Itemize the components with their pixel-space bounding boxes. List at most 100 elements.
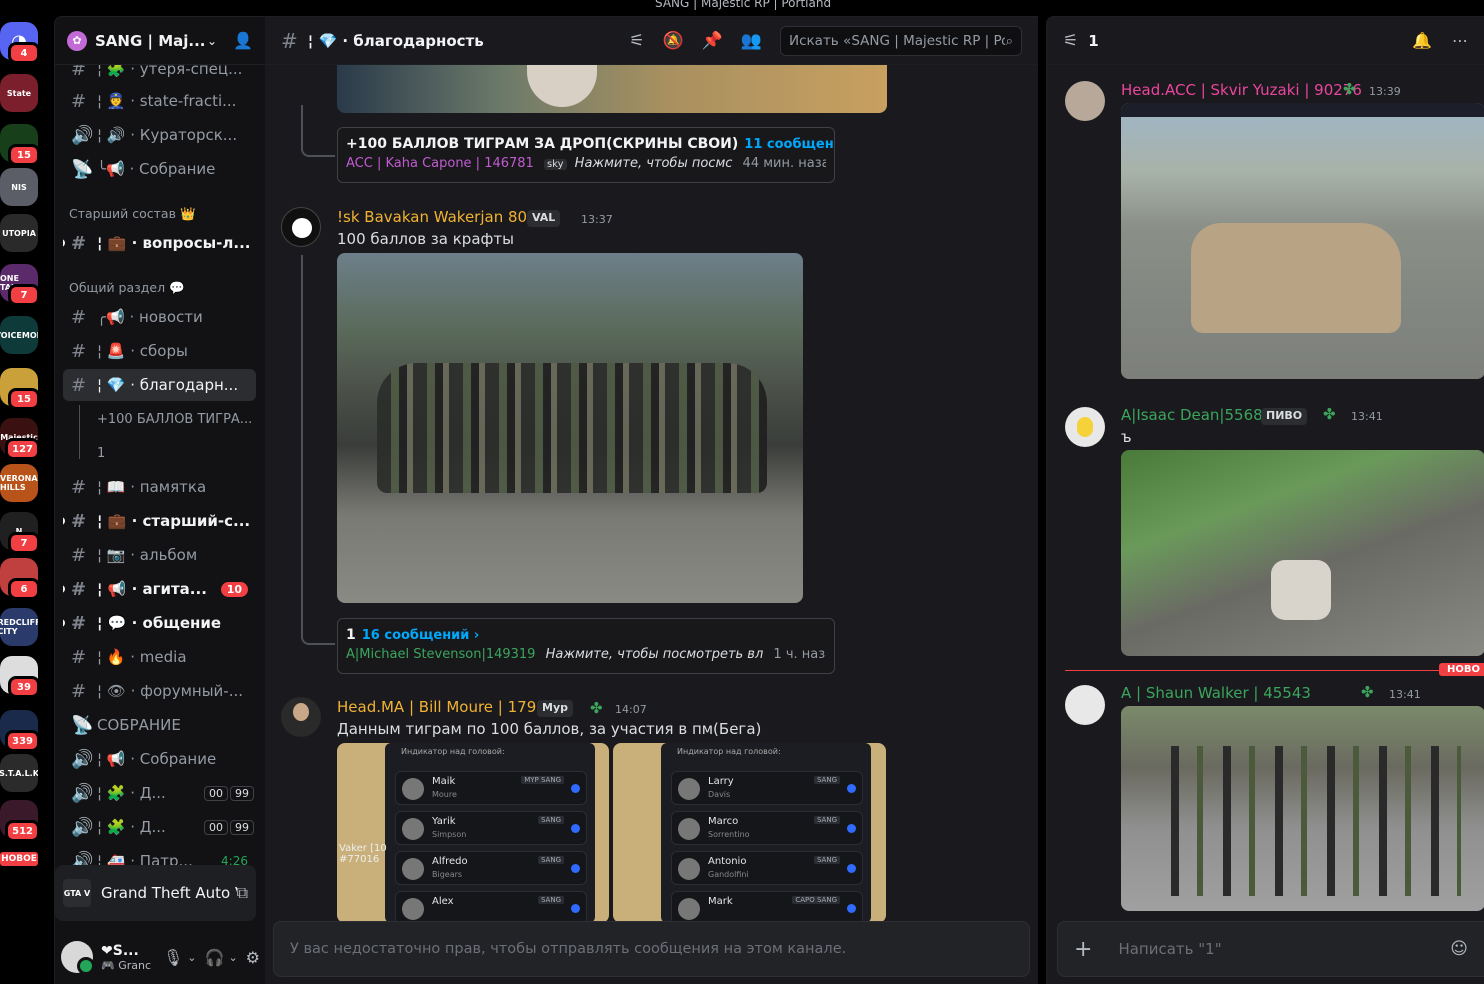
thread-author-3[interactable]: A | Shaun Walker | 45543 [1121, 684, 1311, 702]
server-icon-item[interactable]: UTOPIA [0, 214, 38, 252]
emoji-icon[interactable]: ☺ [1450, 939, 1468, 959]
thread-author-1[interactable]: Head.ACC | Skvir Yuzaki | 90276 [1121, 81, 1362, 99]
server-icon-item[interactable]: 512 [0, 800, 40, 842]
message-avatar-1[interactable] [281, 207, 321, 247]
thread-last-author[interactable]: ACC | Kaha Capone | 146781 [346, 156, 534, 171]
thread-image-2[interactable] [1121, 450, 1484, 656]
channel-item[interactable]: # ¦ 💼 · вопросы-л... [63, 227, 256, 259]
thread-image-3[interactable] [1121, 706, 1484, 911]
invite-icon[interactable]: 👤 [233, 31, 253, 50]
more-options-icon[interactable]: ⋯ [1452, 31, 1468, 50]
channel-item[interactable]: # ¦ 💼 · старший-с... [63, 505, 256, 537]
gear-icon[interactable]: ⚙ [246, 948, 260, 967]
thread-image-1[interactable] [1121, 103, 1484, 379]
channel-item[interactable]: # ¦ 📖 · памятка [63, 471, 256, 503]
server-mention-badge: 15 [8, 388, 40, 410]
channel-item[interactable]: # ╭📢 · новости [63, 301, 256, 333]
player-status-dot [571, 824, 580, 833]
thread-composer[interactable]: + Написать "1" ☺ [1057, 921, 1484, 977]
channel-item[interactable]: 🔊 ¦ 🧩 · Д... 00 99 [63, 777, 256, 809]
server-header[interactable]: ✿ SANG | Maj... ⌄ 👤 [55, 17, 265, 65]
server-icon-item[interactable]: 6 [0, 558, 40, 600]
attachment-image-top[interactable] [337, 65, 887, 113]
player-first-name: Yarik [432, 816, 456, 827]
server-icon-item[interactable]: ONE TAKE7 [0, 264, 40, 306]
chevron-down-icon[interactable]: ⌄ [207, 34, 217, 48]
activity-game-name: Grand Theft Auto V L... [101, 884, 237, 902]
message-composer[interactable]: У вас недостаточно прав, чтобы отправлят… [273, 921, 1030, 977]
home-button[interactable]: ◕ 4 [0, 22, 40, 64]
server-icon-item[interactable]: VOICEMOD [0, 316, 38, 354]
server-icon-item[interactable]: Majestic 127 [0, 418, 40, 460]
thread-avatar-2[interactable] [1065, 407, 1105, 447]
channel-item[interactable]: 🔊 ¦ 🔊 · Кураторск... [63, 119, 256, 151]
threads-icon[interactable]: ⚟ [629, 31, 644, 51]
channel-item[interactable]: 🔊 ¦ 📢 · Собрание [63, 743, 256, 775]
thread-preview-2[interactable]: 1 16 сообщений › A|Michael Stevenson|1493… [337, 618, 835, 674]
message-author-2[interactable]: Head.MA | Bill Moure | 17942 [337, 698, 555, 716]
user-info[interactable]: ❤S... 🎮 Granc [101, 943, 155, 972]
server-icon-item[interactable]: 15 [0, 368, 40, 410]
channel-item[interactable]: 🔊 ¦ 🧩 · Д... 00 99 [63, 811, 256, 843]
attachment-image-list-2[interactable]: Индикатор над головой: Larry Davis SANG Mar… [613, 743, 886, 921]
channel-item[interactable]: 🔊 ¦ 🚑 · Патр... 4:26 [63, 845, 256, 866]
message-author-1[interactable]: !sk Bavakan Wakerjan 8062 [337, 208, 546, 226]
thread-avatar-1[interactable] [1065, 81, 1105, 121]
player-list-panel-1: Индикатор над головой: Maik Moure MYP SANG… [385, 743, 595, 921]
server-icon-item[interactable]: N7 [0, 512, 40, 554]
channel-item[interactable]: # ¦ 🔥 · media [63, 641, 256, 673]
channel-item[interactable]: # ¦ 💬 · общение [63, 607, 256, 639]
channel-item[interactable]: 📡 СОБРАНИЕ [63, 709, 256, 741]
server-icon-item[interactable]: NIS [0, 168, 38, 206]
channel-item[interactable]: # ¦ 👁 · форумный-... [63, 675, 256, 707]
attachment-image-crafts[interactable] [337, 253, 803, 603]
microphone-icon[interactable]: 🎙 [163, 948, 183, 967]
mute-bell-icon[interactable]: 🔕 [662, 31, 683, 51]
crowd-shape [377, 363, 767, 493]
server-icon-item[interactable]: VERONA HILLS [0, 464, 38, 502]
thread-avatar-3[interactable] [1065, 685, 1105, 725]
thread-author-2[interactable]: A|Isaac Dean|55689 [1121, 406, 1272, 424]
attachment-image-list-1[interactable]: Индикатор над головой: Maik Moure MYP SANG… [337, 743, 609, 921]
world-label: Vaker [10 #77016 [339, 843, 387, 865]
thread-last-author-2[interactable]: A|Michael Stevenson|149319 [346, 647, 535, 662]
channel-item[interactable]: # ¦ 📷 · альбом [63, 539, 256, 571]
server-icon-item[interactable]: S.T.A.L.K [0, 754, 38, 792]
player-tag: SANG [813, 856, 840, 864]
plus-icon[interactable]: + [1074, 937, 1092, 962]
thread-preview-1[interactable]: +100 БАЛЛОВ ТИГРАМ ЗА ДРОП(СКРИНЫ СВОИ) 1… [337, 127, 835, 183]
player-row: Yarik Simpson SANG [395, 811, 587, 845]
player-first-name: Mark [708, 896, 733, 907]
mic-options-chevron-icon[interactable]: ⌄ [187, 951, 196, 964]
channel-item[interactable]: # ¦ 👮 · state-fracti... [63, 85, 256, 117]
bell-icon[interactable]: 🔔 [1412, 31, 1432, 50]
channel-item[interactable]: 📡 ╰📢 · Собрание [63, 153, 256, 185]
server-icon-item[interactable]: REDCLIFF CITY [0, 608, 38, 646]
activity-panel[interactable]: GTA V Grand Theft Auto V L... ⧉ [55, 865, 256, 921]
thread-count-link[interactable]: 11 сообщений › [744, 137, 834, 152]
server-icon-item[interactable]: 15 [0, 124, 40, 166]
thread-count-link-2[interactable]: 16 сообщений › [362, 628, 480, 643]
category-general[interactable]: Общий раздел 💬 [69, 280, 185, 296]
server-icon-item[interactable]: 39 [0, 656, 40, 698]
panel-label-2: Индикатор над головой: [677, 747, 781, 756]
channel-item[interactable]: # ¦ 🧩 · утеря-спец... [63, 65, 256, 85]
search-input[interactable]: Искать «SANG | Majestic RP | Po... ⌕ [780, 25, 1022, 56]
window-title: SANG | Majestic RP | Portland [655, 0, 832, 10]
channel-item[interactable]: # ¦ 🚨 · сборы [63, 335, 256, 367]
stream-icon[interactable]: ⧉ [237, 883, 248, 903]
pin-icon[interactable]: 📌 [702, 31, 723, 51]
members-icon[interactable]: 👥 [741, 31, 762, 51]
server-name: SANG | Maj... [95, 31, 206, 50]
thread-item[interactable]: +100 БАЛЛОВ ТИГРА... [89, 403, 256, 435]
message-avatar-2[interactable] [281, 697, 321, 737]
server-icon-item[interactable]: State [0, 74, 38, 112]
thread-item[interactable]: 1 [89, 437, 256, 469]
category-senior[interactable]: Старший состав 👑 [69, 206, 196, 222]
headphones-icon[interactable]: 🎧 [205, 948, 225, 967]
server-icon-item[interactable]: 339 [0, 710, 40, 752]
user-avatar[interactable] [61, 941, 95, 975]
channel-item[interactable]: # ¦ 💎 · благодарн... [63, 369, 256, 401]
channel-item[interactable]: # ¦ 📢 · агита... 10 [63, 573, 256, 605]
audio-options-chevron-icon[interactable]: ⌄ [228, 951, 237, 964]
